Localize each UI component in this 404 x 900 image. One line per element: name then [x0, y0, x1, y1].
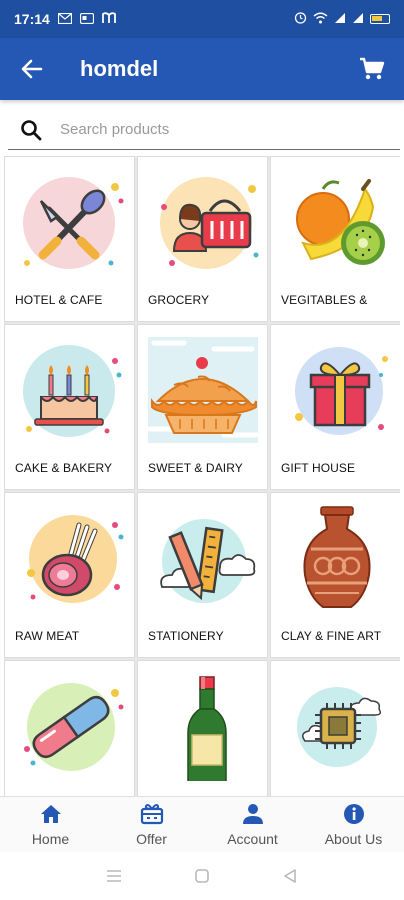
category-label: SWEET & DAIRY [148, 461, 243, 475]
mail-icon [57, 11, 72, 27]
recents-icon[interactable] [102, 864, 126, 888]
category-tile-hotel-cafe[interactable]: HOTEL & CAFE [4, 156, 135, 322]
capsule-icon [5, 667, 134, 785]
battery-icon [370, 14, 390, 24]
nav-home[interactable]: Home [0, 797, 101, 852]
category-label: GROCERY [148, 293, 210, 307]
pie-icon [138, 331, 267, 449]
bottom-nav: Home Offer Account About Us [0, 796, 404, 852]
vase-icon [271, 499, 400, 617]
nav-account[interactable]: Account [202, 797, 303, 852]
status-bar: 17:14 [0, 0, 404, 38]
category-tile-raw-meat[interactable]: RAW MEAT [4, 492, 135, 658]
category-tile-grocery[interactable]: GROCERY [137, 156, 268, 322]
category-tile-chip[interactable] [270, 660, 400, 796]
status-time: 17:14 [14, 11, 50, 27]
bottle-icon [138, 667, 267, 785]
arrow-left-icon[interactable] [16, 53, 48, 85]
home-button-icon[interactable] [190, 864, 214, 888]
wifi-icon [313, 12, 328, 27]
fruits-icon [271, 163, 400, 281]
nav-label: Home [31, 830, 70, 847]
account-icon [241, 803, 265, 825]
m-logo-icon [101, 11, 116, 27]
cake-icon [5, 331, 134, 449]
gift-icon [271, 331, 400, 449]
category-tile-stationery[interactable]: STATIONERY [137, 492, 268, 658]
offer-icon [140, 803, 164, 825]
info-icon [342, 803, 366, 825]
back-triangle-icon[interactable] [278, 864, 302, 888]
utensils-icon [5, 163, 134, 281]
app-bar: homdel [0, 38, 404, 100]
stationery-icon [138, 499, 267, 617]
category-tile-bottle[interactable] [137, 660, 268, 796]
category-tile-sweet-dairy[interactable]: SWEET & DAIRY [137, 324, 268, 490]
signal-icon [334, 12, 346, 27]
nav-label: About Us [324, 830, 383, 847]
category-label: STATIONERY [148, 629, 224, 643]
basket-icon [138, 163, 267, 281]
search-icon[interactable] [18, 117, 44, 143]
category-tile-capsule[interactable] [4, 660, 135, 796]
category-label: RAW MEAT [15, 629, 80, 643]
category-tile-vegitables[interactable]: VEGITABLES & [270, 156, 400, 322]
app-title: homdel [80, 56, 159, 81]
home-icon [39, 803, 63, 825]
category-label: VEGITABLES & [281, 293, 368, 307]
category-label: CLAY & FINE ART [281, 629, 382, 643]
category-grid: HOTEL & CAFE GROCERY VEGITABLES & CAKE &… [4, 156, 400, 796]
signal-icon [352, 12, 364, 27]
system-nav-bar [0, 852, 404, 900]
nav-label: Offer [136, 830, 167, 847]
category-label: HOTEL & CAFE [15, 293, 103, 307]
nav-offer[interactable]: Offer [101, 797, 202, 852]
category-label: GIFT HOUSE [281, 461, 356, 475]
category-tile-clay-fine-art[interactable]: CLAY & FINE ART [270, 492, 400, 658]
nav-label: Account [227, 830, 278, 847]
category-label: CAKE & BAKERY [15, 461, 113, 475]
search-input[interactable] [60, 121, 400, 138]
cart-icon[interactable] [356, 53, 388, 85]
category-tile-cake-bakery[interactable]: CAKE & BAKERY [4, 324, 135, 490]
meat-icon [5, 499, 134, 617]
category-tile-gift-house[interactable]: GIFT HOUSE [270, 324, 400, 490]
card-icon [79, 11, 94, 27]
search-bar [8, 110, 400, 150]
nav-about-us[interactable]: About Us [303, 797, 404, 852]
alarm-icon [294, 11, 307, 27]
chip-icon [271, 667, 400, 785]
